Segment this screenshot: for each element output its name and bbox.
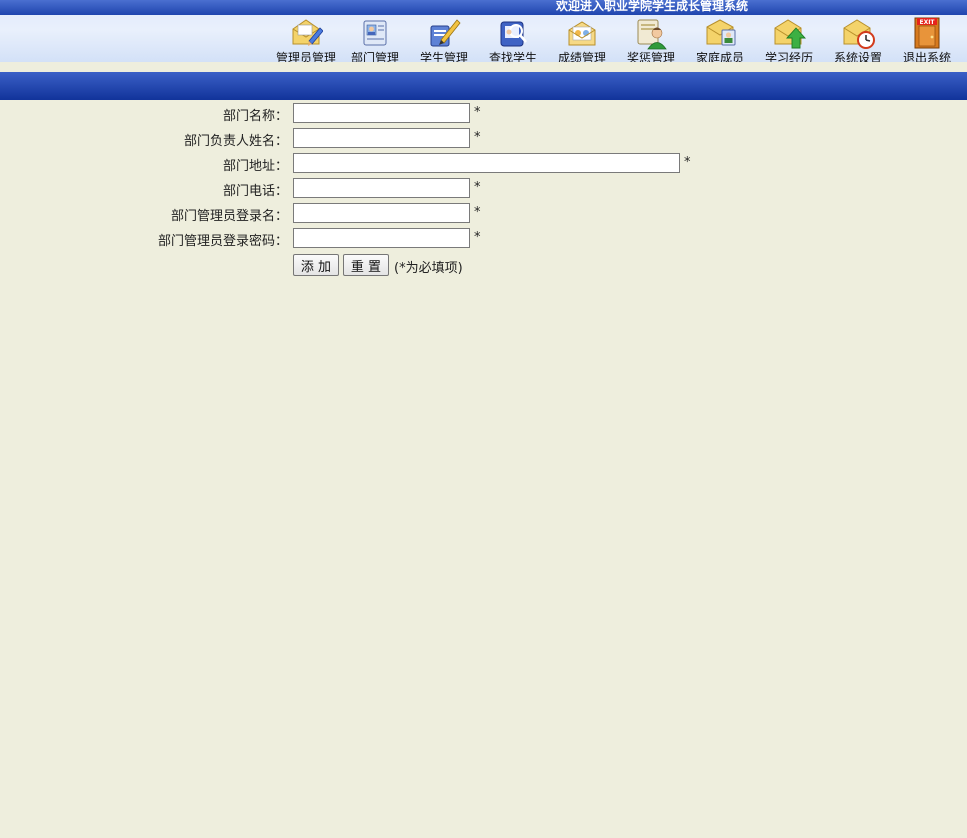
nav-label-system-settings: 系统设置 bbox=[833, 51, 882, 62]
nav-item-grade-manage[interactable]: 成绩管理 bbox=[548, 16, 616, 62]
reset-button[interactable]: 重 置 bbox=[343, 254, 389, 276]
header-gap bbox=[0, 62, 967, 72]
nav-label-study-history: 学习经历 bbox=[764, 51, 813, 62]
required-mark: * bbox=[474, 205, 481, 220]
find-student-icon bbox=[500, 21, 527, 47]
required-mark: * bbox=[684, 155, 691, 170]
nav-item-department-manage[interactable]: 部门管理 bbox=[341, 16, 409, 62]
label-dept-phone: 部门电话： bbox=[222, 184, 288, 199]
nav-item-system-settings[interactable]: 系统设置 bbox=[824, 16, 892, 62]
student-manage-icon bbox=[430, 19, 461, 47]
title-strip: 欢迎进入职业学院学生成长管理系统 bbox=[0, 0, 967, 15]
label-admin-password: 部门管理员登录密码： bbox=[157, 234, 288, 249]
content-top-bar bbox=[0, 72, 967, 100]
nav-label-student-manage: 学生管理 bbox=[419, 51, 468, 62]
nav-label-department-manage: 部门管理 bbox=[350, 51, 399, 62]
form-actions: 添 加 重 置 (*为必填项) bbox=[0, 254, 700, 276]
study-history-icon bbox=[774, 19, 806, 49]
admin-manage-icon bbox=[292, 19, 323, 46]
nav-item-student-manage[interactable]: 学生管理 bbox=[410, 16, 478, 62]
nav-item-find-student[interactable]: 查找学生 bbox=[479, 16, 547, 62]
required-mark: * bbox=[474, 180, 481, 195]
nav-label-find-student: 查找学生 bbox=[488, 51, 537, 62]
nav-label-admin-manage: 管理员管理 bbox=[275, 51, 336, 62]
exit-badge-text: EXIT bbox=[919, 19, 935, 26]
dept-head-name-input[interactable] bbox=[293, 128, 470, 148]
top-header: 欢迎进入职业学院学生成长管理系统 管理员管理 部门管理 学生管理 查找学生 成绩… bbox=[0, 0, 967, 62]
dept-name-input[interactable] bbox=[293, 103, 470, 123]
admin-login-input[interactable] bbox=[293, 203, 470, 223]
nav-item-study-history[interactable]: 学习经历 bbox=[755, 16, 823, 62]
required-mark: * bbox=[474, 230, 481, 245]
admin-password-input[interactable] bbox=[293, 228, 470, 248]
department-manage-icon bbox=[363, 20, 387, 46]
exit-icon: EXIT bbox=[914, 17, 940, 49]
system-settings-icon bbox=[843, 19, 875, 49]
nav-label-exit: 退出系统 bbox=[902, 51, 951, 62]
reward-punish-icon bbox=[637, 19, 667, 50]
nav-label-reward-punish: 奖惩管理 bbox=[626, 51, 675, 62]
label-dept-name: 部门名称： bbox=[222, 109, 288, 124]
nav-item-reward-punish[interactable]: 奖惩管理 bbox=[617, 16, 685, 62]
nav-item-exit[interactable]: EXIT 退出系统 bbox=[893, 16, 961, 62]
label-admin-login: 部门管理员登录名： bbox=[170, 209, 288, 224]
nav-item-admin-manage[interactable]: 管理员管理 bbox=[272, 16, 340, 62]
dept-phone-input[interactable] bbox=[293, 178, 470, 198]
family-members-icon bbox=[706, 19, 736, 46]
nav-label-grade-manage: 成绩管理 bbox=[557, 51, 606, 62]
dept-address-input[interactable] bbox=[293, 153, 680, 173]
nav-label-family-members: 家庭成员 bbox=[695, 51, 744, 62]
grade-manage-icon bbox=[568, 21, 596, 46]
label-dept-head: 部门负责人姓名： bbox=[183, 134, 288, 149]
required-mark: * bbox=[474, 105, 481, 120]
required-mark: * bbox=[474, 130, 481, 145]
label-dept-address: 部门地址： bbox=[222, 159, 288, 174]
add-button[interactable]: 添 加 bbox=[293, 254, 339, 276]
system-title: 欢迎进入职业学院学生成长管理系统 bbox=[556, 0, 749, 13]
required-hint: (*为必填项) bbox=[394, 261, 463, 276]
nav-item-family-members[interactable]: 家庭成员 bbox=[686, 16, 754, 62]
